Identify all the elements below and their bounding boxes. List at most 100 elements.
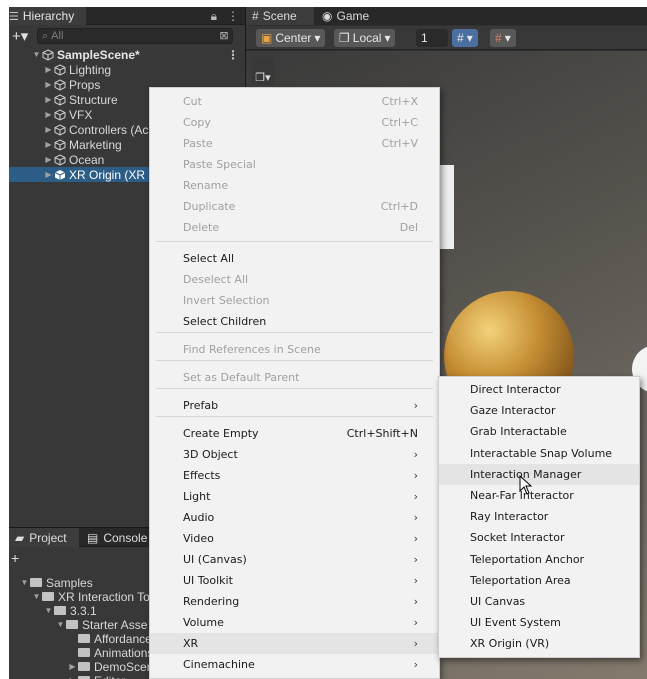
tab-game-label: Game [336,9,370,23]
collapse-arrow-icon[interactable]: ▶ [43,140,54,149]
tab-game[interactable]: ◉ Game [316,7,375,25]
pivot-center-dropdown[interactable]: ▣ Center ▾ [256,29,326,47]
collapse-arrow-icon[interactable]: ▶ [43,95,54,104]
submenu-item-interactable-snap-volume[interactable]: Interactable Snap Volume [439,443,639,464]
add-object-button[interactable]: +▾ [12,29,28,44]
tab-console[interactable]: ▤ Console [81,528,153,547]
submenu-item-label: Grab Interactable [470,425,567,439]
pivot-local-dropdown[interactable]: ❒ Local ▾ [334,29,396,47]
lock-icon[interactable]: 🔒︎ [211,9,217,24]
tab-menu-icon[interactable]: ⋮ [227,9,239,23]
hierarchy-item[interactable]: ▶ Lighting [9,62,245,77]
menu-item-cut[interactable]: Cut Ctrl+X [150,91,439,112]
menu-item-find-references-in-scene[interactable]: Find References in Scene [150,339,439,360]
menu-item-label: Set as Default Parent [183,371,300,384]
hierarchy-toolbar: +▾ ⌕ All ⊠ [9,26,245,46]
submenu-item-ray-interactor[interactable]: Ray Interactor [439,506,639,527]
menu-separator [156,416,433,417]
folder-arrow-icon[interactable]: ▼ [43,606,54,615]
menu-item-rename[interactable]: Rename [150,175,439,196]
scene-menu-icon[interactable]: ⋮ [227,48,239,62]
gameobject-cube-icon [54,138,66,151]
menu-item-set-as-default-parent[interactable]: Set as Default Parent [150,367,439,388]
collapse-arrow-icon[interactable]: ▶ [43,155,54,164]
grid-snap-button[interactable]: # ▾ [452,29,478,47]
menu-item-select-all[interactable]: Select All [150,248,439,269]
submenu-item-label: Gaze Interactor [470,404,556,418]
menu-item-ui-canvas[interactable]: UI (Canvas) › [150,549,439,570]
folder-icon [78,634,90,643]
menu-item-rendering[interactable]: Rendering › [150,591,439,612]
menu-item-deselect-all[interactable]: Deselect All [150,269,439,290]
add-asset-button[interactable]: + [11,550,19,566]
search-placeholder: All [51,30,64,42]
submenu-item-direct-interactor[interactable]: Direct Interactor [439,379,639,400]
menu-item-light[interactable]: Light › [150,486,439,507]
chevron-right-icon: › [413,574,418,587]
menu-item-label: Copy [183,116,211,129]
folder-arrow-icon[interactable]: ▼ [19,578,30,587]
menu-item-invert-selection[interactable]: Invert Selection [150,290,439,311]
menu-item-paste[interactable]: Paste Ctrl+V [150,133,439,154]
chevron-right-icon: › [413,511,418,524]
menu-item-cinemachine[interactable]: Cinemachine › [150,654,439,675]
tab-project[interactable]: ▰ Project [9,528,79,547]
search-input[interactable]: ⌕ All ⊠ [37,28,233,44]
menu-item-label: UI (Canvas) [183,553,247,566]
menu-item-volume[interactable]: Volume › [150,612,439,633]
collapse-arrow-icon[interactable]: ▶ [43,110,54,119]
collapse-arrow-icon[interactable]: ▶ [43,65,54,74]
pivot-center-label: Center [275,31,312,45]
menu-item-ui-toolkit[interactable]: UI Toolkit › [150,570,439,591]
scene-root-item[interactable]: ▼ SampleScene* ⋮ [9,47,245,62]
menu-item-select-children[interactable]: Select Children [150,311,439,332]
submenu-item-ui-canvas[interactable]: UI Canvas [439,591,639,612]
collapse-arrow-icon[interactable]: ▶ [43,80,54,89]
submenu-item-socket-interactor[interactable]: Socket Interactor [439,527,639,548]
submenu-item-teleportation-area[interactable]: Teleportation Area [439,570,639,591]
menu-item-audio[interactable]: Audio › [150,507,439,528]
cube-tool-icon: ❒▾ [255,72,271,84]
menu-item-label: XR [183,637,199,650]
menu-item-prefab[interactable]: Prefab › [150,395,439,416]
collapse-arrow-icon[interactable]: ▶ [43,170,54,179]
menu-shortcut: Ctrl+X [381,95,418,108]
chevron-right-icon: › [413,448,418,461]
menu-item-delete[interactable]: Delete Del [150,217,439,238]
grid-size-input[interactable]: 1 [416,29,448,47]
menu-item-effects[interactable]: Effects › [150,465,439,486]
collapse-arrow-icon[interactable]: ▶ [43,125,54,134]
menu-item-xr[interactable]: XR › [150,633,439,654]
tab-hierarchy[interactable]: ☰ Hierarchy [9,7,86,25]
expand-arrow-icon[interactable]: ▼ [31,50,42,59]
submenu-item-gaze-interactor[interactable]: Gaze Interactor [439,400,639,421]
menu-separator [156,360,433,361]
submenu-item-interaction-manager[interactable]: Interaction Manager [439,463,639,485]
menu-item-label: Video [183,532,214,545]
tab-scene[interactable]: # Scene [246,7,314,25]
hierarchy-item-label: XR Origin (XR R [69,167,158,182]
folder-arrow-icon[interactable]: ▼ [31,592,42,601]
submenu-item-xr-origin-vr[interactable]: XR Origin (VR) [439,633,639,654]
menu-item-3d-object[interactable]: 3D Object › [150,444,439,465]
filter-icon[interactable]: ⊠ [216,27,232,43]
increment-snap-button[interactable]: # ▾ [490,29,516,47]
menu-item-create-empty[interactable]: Create Empty Ctrl+Shift+N [150,423,439,444]
tools-overlay[interactable]: ❒▾ [252,57,274,85]
project-folder-label: XR Interaction Too [58,589,157,604]
menu-item-paste-special[interactable]: Paste Special [150,154,439,175]
menu-item-label: Duplicate [183,200,236,213]
submenu-item-label: Direct Interactor [470,383,561,396]
menu-separator [156,241,433,242]
submenu-item-grab-interactable[interactable]: Grab Interactable [439,421,639,442]
menu-item-copy[interactable]: Copy Ctrl+C [150,112,439,133]
project-folder-label: Affordance [94,631,152,646]
menu-item-video[interactable]: Video › [150,528,439,549]
menu-item-duplicate[interactable]: Duplicate Ctrl+D [150,196,439,217]
folder-arrow-icon[interactable]: ▶ [67,662,78,671]
submenu-item-ui-event-system[interactable]: UI Event System [439,612,639,633]
menu-shortcut: Del [399,221,418,234]
submenu-item-teleportation-anchor[interactable]: Teleportation Anchor [439,549,639,570]
submenu-item-near-far-interactor[interactable]: Near-Far Interactor [439,485,639,506]
folder-arrow-icon[interactable]: ▼ [55,620,66,629]
